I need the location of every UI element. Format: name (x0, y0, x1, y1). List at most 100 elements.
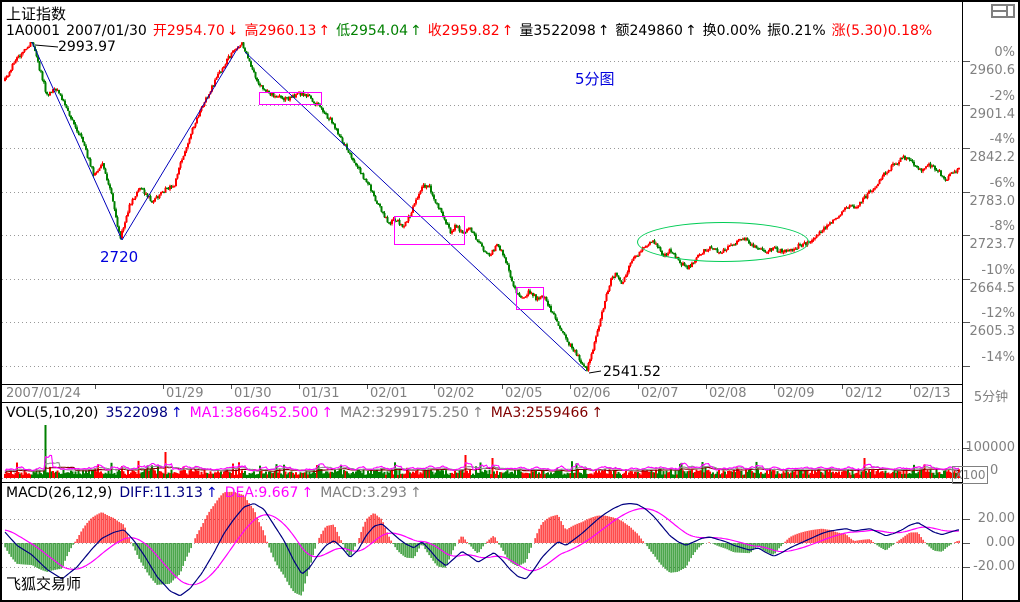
y-axis-tick (963, 322, 970, 323)
quote-field: 量3522098 (519, 20, 595, 40)
drawn-rectangle[interactable] (394, 216, 465, 245)
y-axis-pct-label: -4% (963, 133, 1015, 147)
macd-header-field: MACD:3.293 (320, 485, 407, 501)
quote-field: 低2954.04 (336, 20, 408, 40)
x-axis-tick (774, 385, 775, 389)
y-axis-pct-label: -6% (963, 177, 1015, 191)
y-axis-price-label: 2901.4 (963, 108, 1015, 122)
quote-field-arrow: ↑ (410, 23, 422, 39)
y-axis-price-label: 2783.0 (963, 195, 1015, 209)
volume-header-field: MA3:2559466 (491, 405, 589, 421)
chart-mode-label: 5分图 (575, 68, 615, 89)
macd-header: MACD(26,12,9)DIFF:11.313↑DEA:9.667↑MACD:… (6, 485, 429, 501)
macd-header-field-arrow: ↑ (410, 485, 422, 501)
volume-axis-label: 100000 (963, 441, 1015, 455)
quote-field: 收2959.82 (428, 20, 500, 40)
drawn-rectangle[interactable] (259, 92, 322, 105)
x-axis-tick (163, 385, 164, 389)
y-axis-tick (963, 279, 970, 280)
quote-field: 高2960.13 (244, 20, 316, 40)
x-axis-label: 01/30 (234, 387, 271, 401)
volume-header-field: MA2:3299175.250 (340, 405, 469, 421)
y-axis-price-label: 2723.7 (963, 238, 1015, 252)
x-axis-label: 02/06 (573, 387, 610, 401)
y-axis-tick (963, 105, 970, 106)
quote-field: 开2954.70 (153, 20, 225, 40)
y-axis-pct-label: -2% (963, 90, 1015, 104)
x-axis-tick (434, 385, 435, 389)
annotation-peak-price: 2993.97 (58, 39, 116, 55)
period-label: 5分钟 (964, 386, 1018, 405)
x-axis-label: 02/01 (370, 387, 407, 401)
x-axis-label: 02/08 (709, 387, 746, 401)
volume-header-field: 3522098 (106, 405, 168, 421)
y-axis-price-label: 2664.5 (963, 282, 1015, 296)
y-axis-pct-label: 0% (963, 46, 1015, 60)
y-axis-tick (963, 192, 970, 193)
volume-zero-label: 0 (990, 463, 998, 478)
volume-header-field-arrow: ↑ (321, 405, 333, 421)
y-axis-price-label: 2842.2 (963, 151, 1015, 165)
quote-field-arrow: ↑ (685, 23, 697, 39)
quote-field-arrow: ↑ (502, 23, 514, 39)
x-axis-tick (570, 385, 571, 389)
annotation-final-low: 2541.52 (603, 364, 661, 380)
x-axis-tick (367, 385, 368, 389)
x-axis-tick (910, 385, 911, 389)
quote-field-arrow: ↑ (318, 23, 330, 39)
volume-unit-badge: X100 (952, 466, 988, 484)
macd-axis-label: 20.00 (963, 512, 1015, 526)
x-axis-tick (95, 385, 96, 389)
macd-header-field: DIFF:11.313 (119, 485, 203, 501)
x-axis-tick (638, 385, 639, 389)
volume-header-field: MA1:3866452.500 (190, 405, 319, 421)
y-axis-tick (963, 366, 970, 367)
x-axis-tick (299, 385, 300, 389)
app-brand-label: 飞狐交易师 (6, 573, 81, 594)
y-axis-pct-label: -12% (963, 307, 1015, 321)
x-axis-tick (706, 385, 707, 389)
quote-field: 2007/01/30 (66, 23, 147, 39)
y-axis-price-label: 2960.6 (963, 64, 1015, 78)
macd-header-field: DEA:9.667 (225, 485, 299, 501)
x-axis-label: 02/05 (505, 387, 542, 401)
macd-header-field-arrow: ↑ (301, 485, 313, 501)
y-axis-pct-label: -14% (963, 351, 1015, 365)
y-axis-tick (963, 235, 970, 236)
x-axis-tick (502, 385, 503, 389)
quote-field-arrow: ↑ (598, 23, 610, 39)
volume-header-field-arrow: ↑ (472, 405, 484, 421)
y-axis-pct-label: -8% (963, 220, 1015, 234)
split-pane-icon-divider (1006, 6, 1008, 16)
y-axis-price-label: 2605.3 (963, 325, 1015, 339)
x-axis-tick (231, 385, 232, 389)
quote-line: 1A00012007/01/30开2954.70↓高2960.13↑低2954.… (6, 20, 938, 40)
macd-header-field-arrow: ↑ (206, 485, 218, 501)
x-axis-tick (842, 385, 843, 389)
macd-axis-label: -20.00 (963, 560, 1015, 574)
drawn-rectangle[interactable] (516, 287, 544, 310)
y-axis-tick (963, 148, 970, 149)
volume-header-field: VOL(5,10,20) (6, 405, 99, 421)
main-chart-canvas[interactable] (2, 40, 962, 384)
x-axis-label: 01/29 (166, 387, 203, 401)
drawn-ellipse[interactable] (637, 222, 809, 262)
y-axis-tick (963, 61, 970, 62)
annotation-v-bottom: 2720 (100, 248, 138, 266)
quote-field: 额249860 (615, 20, 682, 40)
x-axis-label: 02/09 (777, 387, 814, 401)
quote-field-arrow: ↓ (227, 23, 239, 39)
volume-header-field-arrow: ↑ (591, 405, 603, 421)
quote-field: 涨(5.30)0.18% (832, 20, 933, 40)
x-axis-start-label: 2007/01/24 (6, 387, 81, 401)
x-axis-label: 02/12 (845, 387, 882, 401)
quote-field: 振0.21% (767, 20, 825, 40)
x-axis-label: 02/07 (641, 387, 678, 401)
app-window: 上证指数 1A00012007/01/30开2954.70↓高2960.13↑低… (0, 0, 1020, 602)
quote-field: 换0.00% (703, 20, 761, 40)
x-axis-label: 01/31 (302, 387, 339, 401)
volume-header-field-arrow: ↑ (171, 405, 183, 421)
x-axis-row: 2007/01/2401/2901/3001/3102/0102/0202/05… (2, 384, 962, 403)
macd-axis-label: 0.00 (963, 536, 1015, 550)
split-pane-icon[interactable] (991, 4, 1015, 18)
